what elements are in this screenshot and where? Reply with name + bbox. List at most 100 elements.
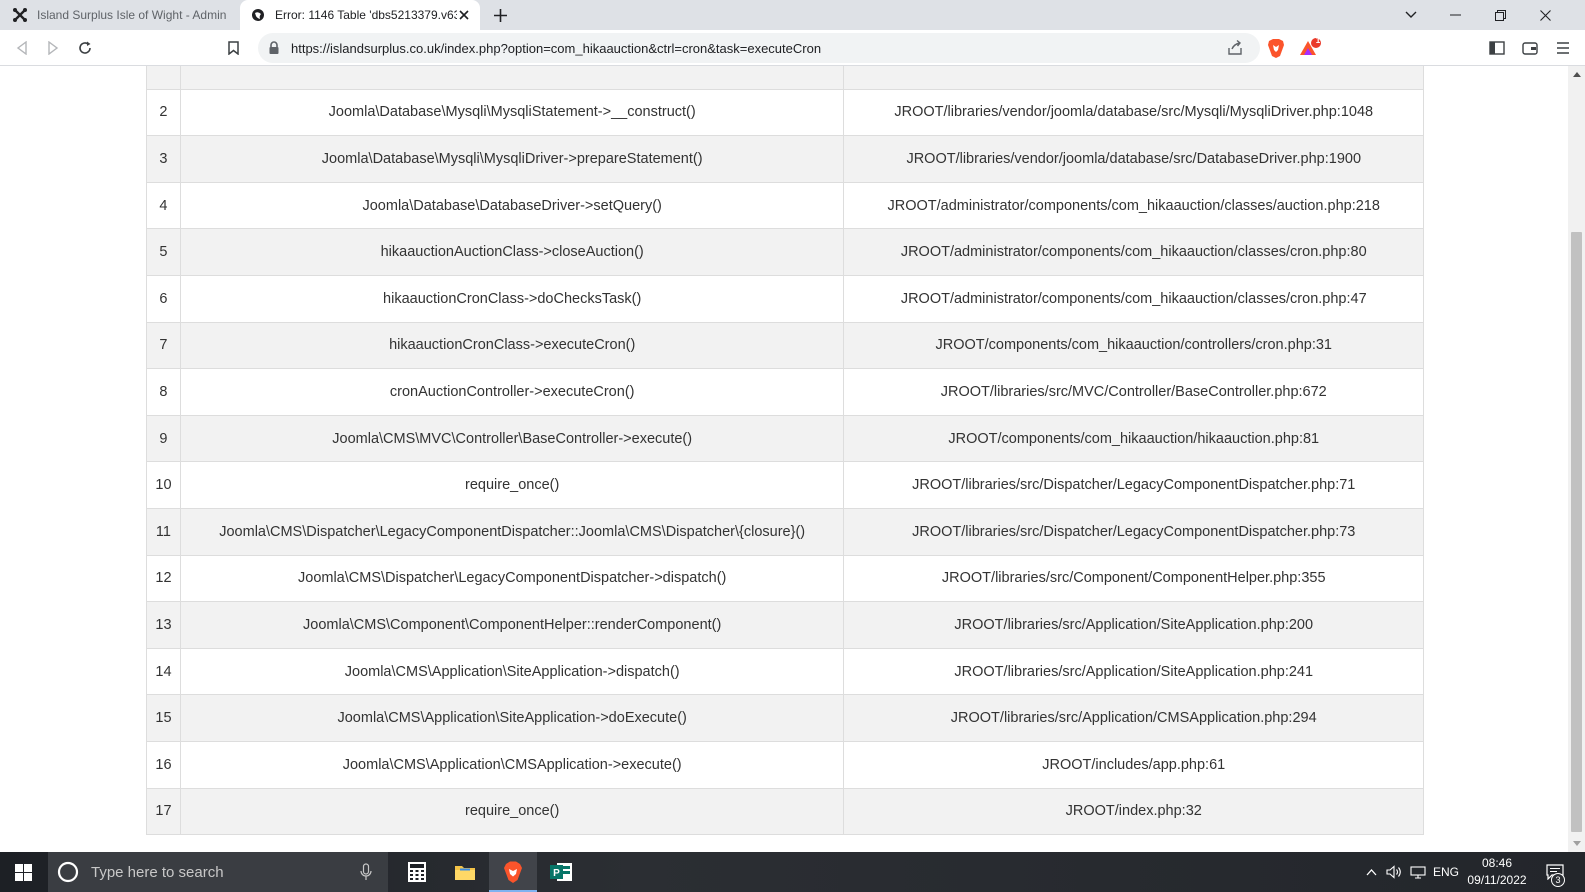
bookmark-icon[interactable] (222, 37, 244, 59)
trace-row-number: 13 (146, 601, 181, 649)
new-tab-button[interactable] (489, 5, 511, 25)
trace-row-function: Joomla\Database\Mysqli\MysqliStatement->… (179, 88, 845, 137)
trace-row-location: JROOT/libraries/vendor/joomla/database/s… (843, 135, 1424, 183)
search-placeholder: Type here to search (91, 863, 224, 881)
minimize-window-button[interactable] (1433, 0, 1478, 30)
trace-row-number: 16 (146, 740, 181, 789)
svg-text:P: P (553, 868, 560, 879)
trace-row-function: Joomla\CMS\MVC\Controller\BaseController… (179, 414, 845, 463)
address-bar[interactable]: https://islandsurplus.co.uk/index.php?op… (258, 33, 1260, 63)
lock-icon[interactable] (268, 41, 280, 55)
stack-trace-table: 2 Joomla\Database\Mysqli\MysqliStatement-… (146, 66, 1424, 836)
tab-island-surplus-admin[interactable]: Island Surplus Isle of Wight - Administ (0, 0, 240, 30)
trace-row: 10 require_once() JROOT/libraries/src/Disp… (146, 461, 1424, 509)
trace-row-number: 5 (146, 228, 181, 276)
input-language-indicator[interactable]: ENG (1432, 852, 1460, 892)
network-icon[interactable] (1407, 852, 1429, 892)
taskbar-search-box[interactable]: Type here to search (48, 852, 388, 892)
trace-row-number: 15 (146, 694, 181, 742)
taskbar-publisher-app[interactable]: P (537, 852, 585, 892)
trace-row-location: JROOT/administrator/components/com_hikaa… (843, 274, 1424, 323)
trace-row-number (146, 66, 181, 90)
trace-row: 3 Joomla\Database\Mysqli\MysqliDriver->pr… (146, 135, 1424, 183)
trace-row-function: Joomla\CMS\Component\ComponentHelper::re… (179, 601, 845, 649)
trace-row: 11 Joomla\CMS\Dispatcher\LegacyComponentD… (146, 507, 1424, 556)
url-text[interactable]: https://islandsurplus.co.uk/index.php?op… (291, 41, 821, 56)
taskbar-file-explorer-app[interactable] (441, 852, 489, 892)
trace-row-function: cronAuctionController->executeCron() (179, 368, 845, 416)
reload-button[interactable] (74, 37, 96, 59)
microphone-icon[interactable] (360, 863, 372, 881)
publisher-icon: P (550, 863, 572, 881)
trace-row-function: Joomla\CMS\Dispatcher\LegacyComponentDis… (179, 554, 845, 603)
forward-button[interactable] (42, 37, 64, 59)
trace-row: 6 hikaauctionCronClass->doChecksTask() JRO… (146, 274, 1424, 323)
trace-row: 5 hikaauctionAuctionClass->closeAuction()… (146, 228, 1424, 276)
calculator-icon (408, 862, 426, 882)
clock-time: 08:46 (1481, 856, 1513, 870)
trace-row: 17 require_once() JROOT/index.php:32 (146, 787, 1424, 836)
trace-row-location: JROOT/includes/app.php:61 (843, 740, 1424, 789)
sidebar-toggle-icon[interactable] (1486, 37, 1508, 59)
trace-row: 7 hikaauctionCronClass->executeCron() JROO… (146, 321, 1424, 370)
scrollbar-thumb[interactable] (1571, 232, 1582, 832)
taskbar-calculator-app[interactable] (393, 852, 441, 892)
trace-row-location: JROOT/libraries/src/Dispatcher/LegacyCom… (843, 461, 1424, 509)
trace-row-number: 4 (146, 181, 181, 230)
trace-row: 12 Joomla\CMS\Dispatcher\LegacyComponentD… (146, 554, 1424, 603)
trace-row-number: 7 (146, 321, 181, 370)
windows-taskbar: Type here to search P ENG 08:46 09/11/20… (0, 852, 1585, 892)
share-icon[interactable] (1226, 39, 1244, 57)
trace-row: 2 Joomla\Database\Mysqli\MysqliStatement-… (146, 88, 1424, 137)
trace-row-location: JROOT/index.php:32 (843, 787, 1424, 836)
tab-search-chevron-down-icon[interactable] (1388, 0, 1433, 30)
joomla-logo-icon (12, 7, 28, 23)
trace-row-location: JROOT/libraries/vendor/joomla/database/s… (843, 88, 1424, 137)
trace-row-location: JROOT/components/com_hikaauction/control… (843, 321, 1424, 370)
notification-count-badge: 3 (1551, 873, 1565, 887)
wallet-icon[interactable] (1519, 37, 1541, 59)
taskbar-brave-browser-app[interactable] (489, 852, 537, 892)
trace-row-number: 10 (146, 461, 181, 509)
brave-shield-icon[interactable] (1265, 37, 1287, 59)
restore-window-button[interactable] (1478, 0, 1523, 30)
trace-row: 16 Joomla\CMS\Application\CMSApplication-… (146, 740, 1424, 789)
trace-row-number: 12 (146, 554, 181, 603)
trace-row-function: require_once() (179, 787, 845, 836)
trace-row (146, 66, 1424, 90)
trace-row-function: require_once() (179, 461, 845, 509)
browser-toolbar: https://islandsurplus.co.uk/index.php?op… (0, 30, 1585, 66)
trace-row-function: hikaauctionCronClass->executeCron() (179, 321, 845, 370)
clock-date: 09/11/2022 (1467, 873, 1527, 887)
trace-row-location: JROOT/libraries/src/Application/SiteAppl… (843, 601, 1424, 649)
trace-row: 13 Joomla\CMS\Component\ComponentHelper::… (146, 601, 1424, 649)
trace-row-number: 2 (146, 88, 181, 137)
tab-error-page[interactable]: Error: 1146 Table 'dbs5213379.v63 (240, 0, 480, 30)
tab-title: Island Surplus Isle of Wight - Administ (37, 8, 227, 22)
back-button[interactable] (11, 37, 33, 59)
trace-row-function: Joomla\CMS\Application\CMSApplication->e… (179, 740, 845, 789)
vertical-scrollbar[interactable] (1568, 66, 1585, 852)
rewards-badge-count: 1 (1315, 36, 1321, 45)
taskbar-clock[interactable]: 08:46 09/11/2022 (1462, 855, 1532, 889)
trace-row-function: Joomla\CMS\Application\SiteApplication->… (179, 694, 845, 742)
trace-row-location: JROOT/administrator/components/com_hikaa… (843, 181, 1424, 230)
close-window-button[interactable] (1523, 0, 1568, 30)
trace-row-function (179, 66, 845, 90)
scroll-up-arrow-icon[interactable] (1568, 66, 1585, 83)
browser-tab-strip: Island Surplus Isle of Wight - Administ … (0, 0, 1585, 30)
trace-row-location: JROOT/administrator/components/com_hikaa… (843, 228, 1424, 276)
volume-icon[interactable] (1383, 852, 1405, 892)
trace-row-function: Joomla\Database\Mysqli\MysqliDriver->pre… (179, 135, 845, 183)
trace-row: 4 Joomla\Database\DatabaseDriver->setQuer… (146, 181, 1424, 230)
close-tab-icon[interactable] (456, 7, 472, 23)
scroll-down-arrow-icon[interactable] (1568, 835, 1585, 852)
start-button[interactable] (0, 852, 46, 892)
show-hidden-icons-chevron-up-icon[interactable] (1362, 852, 1380, 892)
trace-row-number: 11 (146, 507, 181, 556)
trace-row-function: Joomla\Database\DatabaseDriver->setQuery… (179, 181, 845, 230)
trace-row-function: hikaauctionCronClass->doChecksTask() (179, 274, 845, 323)
trace-row: 15 Joomla\CMS\Application\SiteApplication… (146, 694, 1424, 742)
menu-icon[interactable] (1552, 37, 1574, 59)
trace-row-number: 6 (146, 274, 181, 323)
